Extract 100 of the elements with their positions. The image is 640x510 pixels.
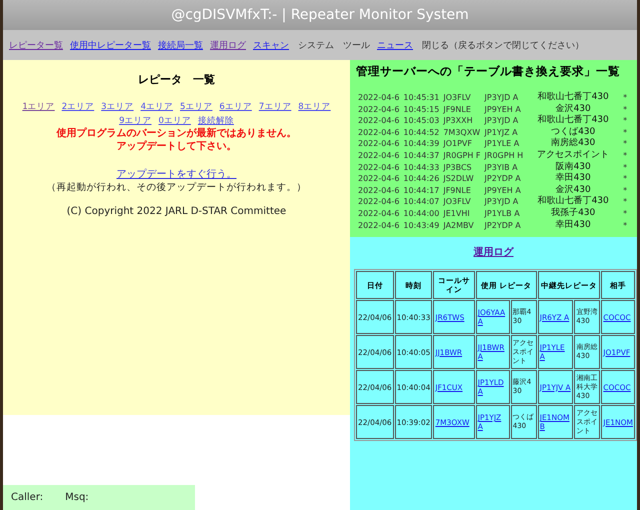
- nav-link[interactable]: レピーター覧: [9, 38, 63, 52]
- table-cell-text: 2022-04-6: [357, 92, 400, 104]
- table-cell-text: JP1YLB A: [483, 208, 521, 220]
- table-cell-text: JP1YLE A: [483, 138, 520, 150]
- area-link[interactable]: 6エリア: [219, 101, 252, 113]
- table-cell-text: 2022-04-6: [357, 126, 400, 138]
- area-link[interactable]: 1エリア: [22, 101, 55, 113]
- area-link[interactable]: 接続解除: [198, 115, 234, 127]
- nav-link[interactable]: 使用中レピーター覧: [70, 38, 151, 52]
- table-cell-text: JF9NLE: [442, 184, 472, 196]
- table-cell-text: 10:43:49: [402, 220, 440, 232]
- table-cell-text: *: [622, 150, 628, 162]
- table-cell-text: JP3YJD A: [483, 115, 520, 127]
- table-cell-text: 2022-04-6: [357, 173, 400, 185]
- table-cell-text: *: [622, 162, 628, 174]
- table-cell-text: 10:44:17: [402, 184, 440, 196]
- table-cell-text: JP3BCS: [442, 162, 473, 174]
- update-note: （再起動が行われ、その後アップデートが行われます。）: [46, 181, 306, 194]
- area-link[interactable]: 0エリア: [158, 115, 191, 127]
- nav-link[interactable]: スキャン: [253, 38, 289, 52]
- table-cell-text: 和歌山七番丁430: [536, 115, 610, 127]
- table-cell-text: 2022-04-6: [357, 184, 400, 196]
- table-cell-text: *: [622, 126, 628, 138]
- table-cell-text: *: [622, 115, 628, 127]
- table-cell: 金沢430: [525, 184, 622, 196]
- table-cell-text: 10:45:15: [402, 104, 440, 116]
- table-cell-text: 2022-04-6: [357, 208, 400, 220]
- table-cell-text: 我孫子430: [550, 208, 596, 220]
- log-title-link[interactable]: 運用ログ: [474, 245, 514, 259]
- area-link[interactable]: 4エリア: [140, 101, 173, 113]
- table-cell-text: JE1VHI: [442, 208, 471, 220]
- nav-menu-item[interactable]: 閉じる（戻るボタンで閉じてください）: [422, 38, 584, 52]
- table-cell-text: JP3XXH: [442, 115, 474, 127]
- panel-title: 管理サーバーへの「テーブル書き換え要求」一覧: [356, 64, 621, 79]
- table-cell-text: 和歌山七番丁430: [536, 196, 610, 208]
- table-cell-text: 幸田430: [554, 220, 592, 232]
- table-cell-text: 2022-04-6: [357, 162, 400, 174]
- table-cell-text: 10:45:03: [402, 115, 440, 127]
- table-cell-text: JP9YEH A: [483, 104, 522, 116]
- table-cell-text: JP3YJD A: [483, 92, 520, 104]
- msg-label: Msq:: [65, 492, 89, 503]
- table-cell-text: JP1YJZ A: [483, 126, 519, 138]
- table-cell-text: つくば430: [550, 126, 596, 138]
- table-cell-text: 阪南430: [554, 162, 592, 172]
- table-cell-text: *: [622, 138, 628, 150]
- table-cell-text: JO3FLV: [442, 196, 472, 208]
- table-cell-text: JO1PVF: [442, 138, 473, 150]
- area-link[interactable]: 7エリア: [258, 101, 292, 113]
- table-cell-text: 10:44:52: [402, 126, 440, 138]
- area-link[interactable]: 5エリア: [180, 101, 212, 113]
- area-link[interactable]: 3エリア: [101, 101, 134, 113]
- table-cell-text: JP9YEH A: [483, 184, 522, 196]
- table-cell-text: JP2YDP A: [483, 173, 522, 185]
- table-cell-text: 10:44:26: [402, 173, 440, 185]
- area-link[interactable]: 9エリア: [119, 115, 152, 127]
- table-cell-text: 2022-04-6: [357, 138, 400, 150]
- update-link[interactable]: アップデートをすぐ行う。: [116, 167, 236, 181]
- table-cell-text: *: [622, 104, 628, 116]
- table-cell-text: JA2MBV: [442, 220, 475, 232]
- table-cell-text: *: [622, 92, 628, 104]
- table-cell-text: *: [622, 184, 628, 196]
- warning-text: 使用プログラムのバーションが最新ではありません。: [56, 127, 296, 140]
- table-cell-text: 2022-04-6: [357, 196, 400, 208]
- area-link[interactable]: 8エリア: [298, 101, 331, 113]
- table-cell-text: *: [622, 208, 628, 220]
- table-cell-text: 2022-04-6: [357, 220, 400, 232]
- table-cell-text: 2022-04-6: [357, 115, 400, 127]
- table-cell-text: 2022-04-6: [357, 104, 400, 116]
- table-cell-text: JP2YDP A: [483, 220, 522, 232]
- table-cell-text: アクセスポイント: [536, 150, 610, 162]
- table-cell-text: *: [622, 196, 628, 208]
- table-cell-text: *: [622, 173, 628, 185]
- table-cell-text: JP3YIB A: [483, 162, 519, 174]
- table-cell-text: 7M3QXW: [442, 126, 482, 138]
- area-link[interactable]: 2エリア: [62, 101, 94, 113]
- caller-label: Caller:: [11, 492, 44, 503]
- table-cell-text: JS2DLW: [442, 173, 475, 185]
- nav-link[interactable]: 運用ログ: [210, 38, 246, 52]
- table-cell-text: 和歌山七番丁430: [536, 92, 610, 104]
- table-cell-text: JO3FLV: [442, 92, 472, 104]
- table-cell-text: 10:44:37: [402, 150, 440, 162]
- table-cell-text: 2022-04-6: [357, 150, 400, 162]
- nav-menu-item[interactable]: システム: [298, 38, 334, 52]
- table-cell-text: JP3YJD A: [483, 196, 520, 208]
- nav-link[interactable]: 接続局一覧: [158, 38, 203, 52]
- table-cell-text: 10:45:31: [402, 92, 440, 104]
- panel-title: レピータ 一覧: [138, 72, 215, 87]
- table-cell-text: 10:44:07: [402, 196, 440, 208]
- table-cell-text: JR0GPH H: [483, 150, 524, 162]
- table-cell-text: JF9NLE: [442, 104, 472, 116]
- table-cell: 金沢430: [525, 104, 622, 116]
- table-cell-text: 10:44:33: [402, 162, 440, 174]
- nav-menu-item[interactable]: ツール: [343, 38, 370, 52]
- table-cell-text: 南房総430: [550, 138, 596, 150]
- table-cell-text: 幸田430: [554, 173, 592, 184]
- table-cell-text: 10:44:00: [402, 208, 440, 220]
- table-cell-text: *: [622, 220, 628, 232]
- warning-text: アップデートして下さい。: [116, 140, 236, 153]
- copyright-text: (C) Copyright 2022 JARL D-STAR Committee: [66, 206, 286, 217]
- nav-link[interactable]: ニュース: [377, 38, 413, 52]
